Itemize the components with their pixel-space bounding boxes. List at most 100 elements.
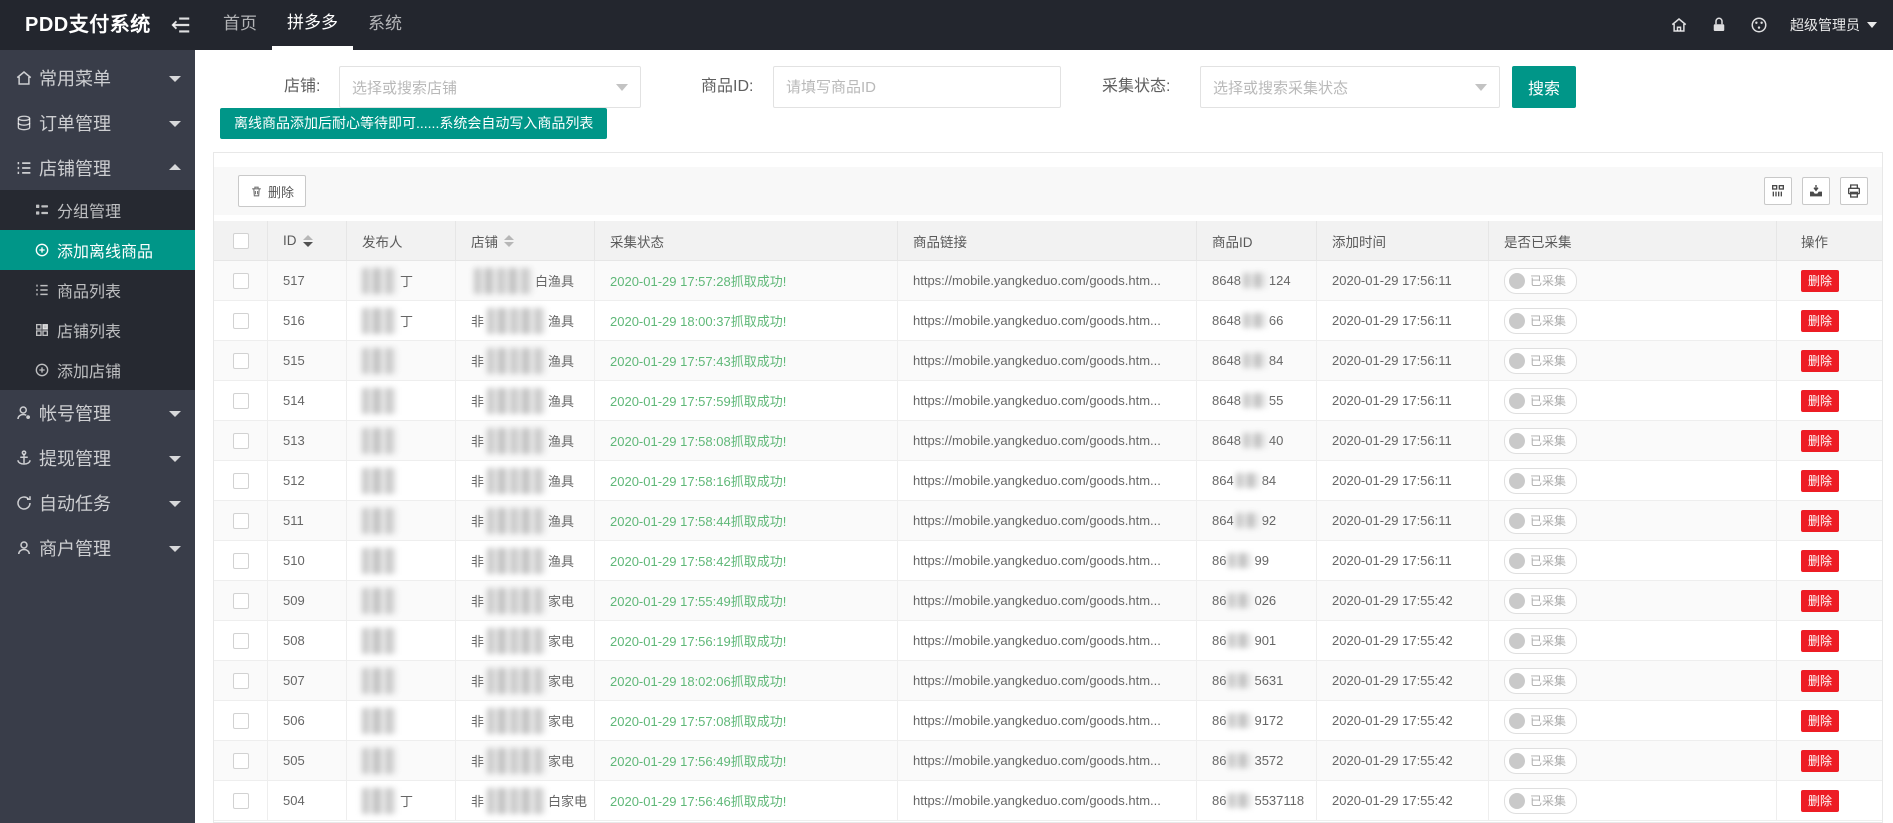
columns-filter-button[interactable]: [1764, 177, 1792, 205]
row-delete-button[interactable]: 删除: [1801, 269, 1840, 292]
top-nav-item[interactable]: 系统: [353, 0, 417, 50]
sort-icon[interactable]: [504, 234, 514, 247]
collected-toggle[interactable]: 已采集: [1504, 467, 1578, 494]
collected-toggle[interactable]: 已采集: [1504, 387, 1578, 414]
redacted-goods-id: [1228, 553, 1253, 568]
collected-toggle[interactable]: 已采集: [1504, 427, 1578, 454]
collected-toggle[interactable]: 已采集: [1504, 747, 1578, 774]
collected-toggle[interactable]: 已采集: [1504, 627, 1578, 654]
redacted-publisher: [362, 307, 396, 334]
cell-goods-link: https://mobile.yangkeduo.com/goods.htm..…: [898, 541, 1197, 580]
delete-button[interactable]: 删除: [238, 175, 307, 207]
sidebar-subitem[interactable]: 店铺列表: [0, 310, 195, 350]
top-nav-item[interactable]: 拼多多: [272, 0, 353, 50]
cell-goods-id: 86 3572: [1197, 741, 1317, 780]
row-checkbox[interactable]: [232, 272, 249, 289]
search-button[interactable]: 搜索: [1512, 66, 1576, 108]
select-all-checkbox[interactable]: [232, 232, 249, 249]
cell-collected: 已采集: [1489, 421, 1777, 460]
row-checkbox[interactable]: [232, 592, 249, 609]
sort-icon[interactable]: [302, 234, 313, 247]
sidebar-item[interactable]: 订单管理: [0, 100, 195, 145]
redacted-publisher: [362, 507, 396, 534]
export-button[interactable]: [1802, 177, 1830, 205]
toggle-knob: [1509, 592, 1525, 609]
goods-id-input[interactable]: [773, 66, 1061, 108]
row-delete-button[interactable]: 删除: [1801, 509, 1840, 532]
cell-goods-link: https://mobile.yangkeduo.com/goods.htm..…: [898, 261, 1197, 300]
toggle-knob: [1509, 512, 1525, 529]
row-checkbox[interactable]: [232, 712, 249, 729]
cell-id: 512: [268, 461, 347, 500]
row-checkbox[interactable]: [232, 352, 249, 369]
collected-toggle[interactable]: 已采集: [1504, 547, 1578, 574]
row-checkbox[interactable]: [232, 512, 249, 529]
top-nav-item-label: 系统: [368, 14, 402, 33]
menu-toggle-icon[interactable]: [170, 14, 192, 36]
sidebar-subitem[interactable]: 添加离线商品: [0, 230, 195, 270]
collected-toggle[interactable]: 已采集: [1504, 507, 1578, 534]
status-select[interactable]: 选择或搜索采集状态: [1200, 66, 1500, 108]
redacted-publisher: [362, 347, 396, 374]
row-checkbox[interactable]: [232, 392, 249, 409]
home-icon[interactable]: [1670, 16, 1688, 34]
chevron-down-icon: [169, 545, 181, 552]
table-tools: [1764, 177, 1868, 205]
row-delete-button[interactable]: 删除: [1801, 549, 1840, 572]
lock-icon[interactable]: [1710, 16, 1728, 34]
row-checkbox[interactable]: [232, 312, 249, 329]
row-checkbox[interactable]: [232, 552, 249, 569]
cell-collected: 已采集: [1489, 341, 1777, 380]
sidebar-subitem[interactable]: 商品列表: [0, 270, 195, 310]
cell-id: 508: [268, 621, 347, 660]
top-nav-item[interactable]: 首页: [208, 0, 272, 50]
row-delete-button[interactable]: 删除: [1801, 429, 1840, 452]
row-delete-button[interactable]: 删除: [1801, 749, 1840, 772]
row-checkbox[interactable]: [232, 752, 249, 769]
cell-goods-link: https://mobile.yangkeduo.com/goods.htm..…: [898, 301, 1197, 340]
cell-added-time: 2020-01-29 17:55:42: [1317, 701, 1489, 740]
cell-goods-id: 864 84: [1197, 461, 1317, 500]
row-checkbox[interactable]: [232, 672, 249, 689]
app-logo: PDD支付系统: [25, 14, 151, 36]
row-delete-button[interactable]: 删除: [1801, 789, 1840, 812]
collected-toggle[interactable]: 已采集: [1504, 707, 1578, 734]
cell-capture-status: 2020-01-29 18:02:06抓取成功!: [595, 661, 898, 700]
row-checkbox[interactable]: [232, 792, 249, 809]
cell-collected: 已采集: [1489, 701, 1777, 740]
row-delete-button[interactable]: 删除: [1801, 309, 1840, 332]
sidebar-item[interactable]: 店铺管理: [0, 145, 195, 190]
print-button[interactable]: [1840, 177, 1868, 205]
row-delete-button[interactable]: 删除: [1801, 629, 1840, 652]
sidebar-item[interactable]: 商户管理: [0, 525, 195, 570]
row-checkbox[interactable]: [232, 472, 249, 489]
collected-toggle[interactable]: 已采集: [1504, 307, 1578, 334]
export-icon: [1810, 185, 1822, 197]
list-icon: [15, 159, 33, 177]
row-checkbox[interactable]: [232, 432, 249, 449]
collected-toggle[interactable]: 已采集: [1504, 587, 1578, 614]
row-delete-button[interactable]: 删除: [1801, 709, 1840, 732]
sidebar-item[interactable]: 常用菜单: [0, 55, 195, 100]
row-delete-button[interactable]: 删除: [1801, 669, 1840, 692]
sidebar-item[interactable]: 帐号管理: [0, 390, 195, 435]
column-header-publisher: 发布人: [347, 221, 456, 260]
withdraw-icon: [15, 449, 33, 467]
sidebar-item[interactable]: 自动任务: [0, 480, 195, 525]
column-header-id: ID: [268, 221, 347, 260]
row-delete-button[interactable]: 删除: [1801, 349, 1840, 372]
collected-toggle[interactable]: 已采集: [1504, 667, 1578, 694]
theme-palette-icon[interactable]: [1750, 16, 1768, 34]
row-delete-button[interactable]: 删除: [1801, 589, 1840, 612]
row-delete-button[interactable]: 删除: [1801, 469, 1840, 492]
sidebar-subitem[interactable]: 分组管理: [0, 190, 195, 230]
user-menu[interactable]: 超级管理员: [1790, 15, 1877, 35]
collected-toggle[interactable]: 已采集: [1504, 267, 1578, 294]
row-checkbox[interactable]: [232, 632, 249, 649]
shop-select[interactable]: 选择或搜索店铺: [339, 66, 641, 108]
sidebar-subitem[interactable]: 添加店铺: [0, 350, 195, 390]
collected-toggle[interactable]: 已采集: [1504, 787, 1578, 814]
collected-toggle[interactable]: 已采集: [1504, 347, 1578, 374]
row-delete-button[interactable]: 删除: [1801, 389, 1840, 412]
sidebar-item[interactable]: 提现管理: [0, 435, 195, 480]
